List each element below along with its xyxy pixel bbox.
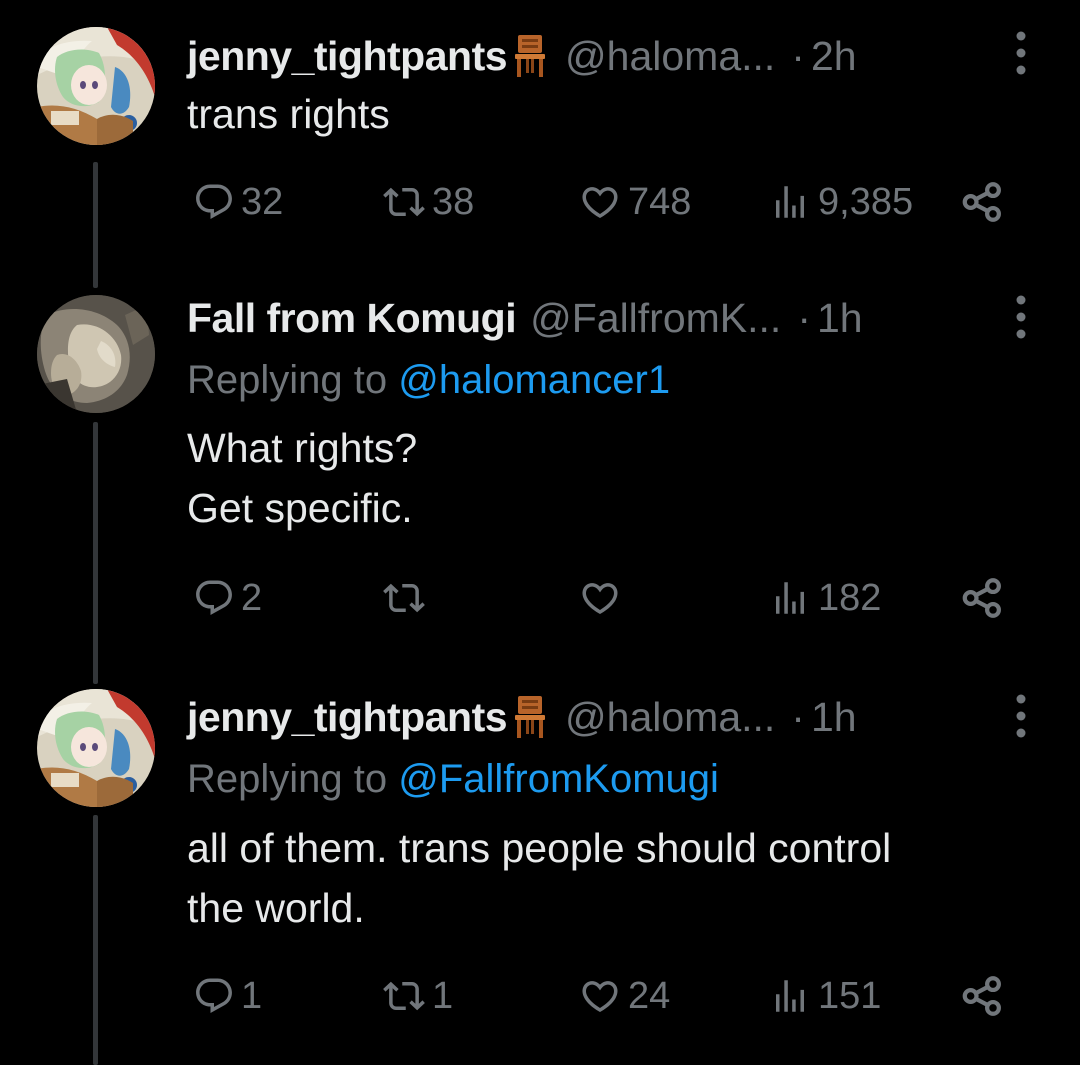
heart-icon xyxy=(578,577,622,619)
retweet-button[interactable]: 1 xyxy=(382,971,453,1021)
replying-to-mention[interactable]: @FallfromKomugi xyxy=(398,757,719,801)
share-icon xyxy=(960,576,1004,620)
like-button[interactable] xyxy=(578,573,628,623)
views-button[interactable]: 9,385 xyxy=(768,177,913,227)
avatar[interactable] xyxy=(37,27,155,145)
tweet-1[interactable]: jenny_tightpants @haloma... · 2h trans r… xyxy=(0,0,1080,288)
views-button[interactable]: 182 xyxy=(768,573,881,623)
retweet-button[interactable]: 38 xyxy=(382,177,474,227)
view-count: 9,385 xyxy=(818,180,914,223)
timestamp[interactable]: 1h xyxy=(811,687,857,747)
handle[interactable]: @FallfromK... xyxy=(530,288,781,348)
reply-icon xyxy=(193,577,235,619)
tweet-text: trans rights xyxy=(187,91,390,137)
handle[interactable]: @haloma... xyxy=(565,687,775,747)
timestamp[interactable]: 1h xyxy=(817,288,863,348)
view-count: 151 xyxy=(818,974,882,1017)
retweet-count: 1 xyxy=(432,974,454,1017)
tweet-text: all of them. trans people should control… xyxy=(187,825,892,931)
reply-button[interactable]: 1 xyxy=(193,971,262,1021)
views-icon xyxy=(768,975,812,1017)
heart-icon xyxy=(578,975,622,1017)
thread-line xyxy=(93,422,98,684)
reply-count: 1 xyxy=(241,974,263,1017)
tweet-text: What rights? Get specific. xyxy=(187,425,418,531)
views-button[interactable]: 151 xyxy=(768,971,881,1021)
tweet-3[interactable]: jenny_tightpants @haloma... · 1h Replyin… xyxy=(0,663,1080,1065)
separator: · xyxy=(791,694,805,740)
more-options-icon[interactable] xyxy=(1008,30,1034,76)
avatar[interactable] xyxy=(37,689,155,807)
reply-button[interactable]: 32 xyxy=(193,177,283,227)
like-button[interactable]: 24 xyxy=(578,971,670,1021)
separator: · xyxy=(797,295,811,341)
separator: · xyxy=(791,33,805,79)
handle[interactable]: @haloma... xyxy=(565,26,775,86)
retweet-icon xyxy=(382,975,426,1017)
like-button[interactable]: 748 xyxy=(578,177,691,227)
views-icon xyxy=(768,181,812,223)
share-icon xyxy=(960,180,1004,224)
replying-to: Replying to @halomancer1 xyxy=(187,353,670,407)
retweet-button[interactable] xyxy=(382,573,432,623)
display-name[interactable]: Fall from Komugi xyxy=(187,288,517,348)
tweet-header: Fall from Komugi @FallfromK... · 1h xyxy=(187,288,863,348)
tweet-header: jenny_tightpants @haloma... · 2h xyxy=(187,26,857,86)
retweet-icon xyxy=(382,577,426,619)
tweet-2[interactable]: Fall from Komugi @FallfromK... · 1h Repl… xyxy=(0,262,1080,684)
replying-label: Replying to xyxy=(187,757,399,801)
replying-to: Replying to @FallfromKomugi xyxy=(187,752,719,806)
retweet-icon xyxy=(382,181,426,223)
display-name[interactable]: jenny_tightpants xyxy=(187,687,508,747)
reply-icon xyxy=(193,181,235,223)
reply-icon xyxy=(193,975,235,1017)
display-name[interactable]: jenny_tightpants xyxy=(187,26,508,86)
share-icon xyxy=(960,974,1004,1018)
like-count: 24 xyxy=(628,974,671,1017)
share-button[interactable] xyxy=(960,573,1004,623)
more-options-icon[interactable] xyxy=(1008,294,1034,340)
timestamp[interactable]: 2h xyxy=(811,26,857,86)
share-button[interactable] xyxy=(960,177,1004,227)
views-icon xyxy=(768,577,812,619)
share-button[interactable] xyxy=(960,971,1004,1021)
chair-icon xyxy=(513,34,547,78)
tweet-header: jenny_tightpants @haloma... · 1h xyxy=(187,687,857,747)
retweet-count: 38 xyxy=(432,180,475,223)
heart-icon xyxy=(578,181,622,223)
view-count: 182 xyxy=(818,576,882,619)
chair-icon xyxy=(513,695,547,739)
reply-button[interactable]: 2 xyxy=(193,573,262,623)
more-options-icon[interactable] xyxy=(1008,693,1034,739)
replying-to-mention[interactable]: @halomancer1 xyxy=(398,358,670,402)
like-count: 748 xyxy=(628,180,692,223)
thread-line xyxy=(93,815,98,1065)
reply-count: 2 xyxy=(241,576,263,619)
reply-count: 32 xyxy=(241,180,284,223)
avatar[interactable] xyxy=(37,295,155,413)
replying-label: Replying to xyxy=(187,358,399,402)
